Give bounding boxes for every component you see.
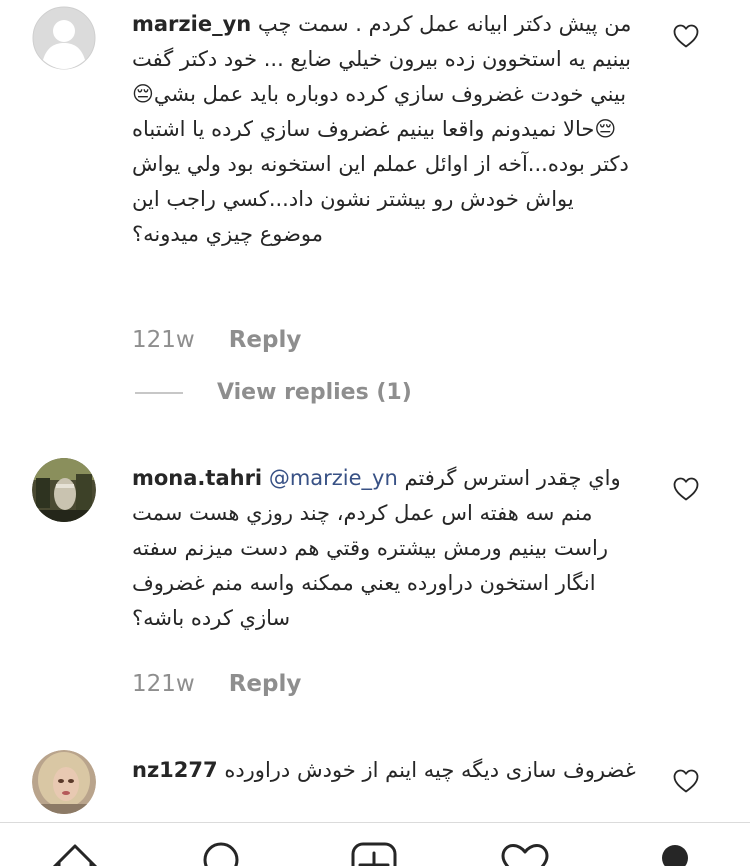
comment-body: غضروف سازی دیگه چیه اینم از خودش دراورده bbox=[224, 758, 636, 782]
comment-text: mona.tahri @marzie_yn واي چقدر استرس گرف… bbox=[132, 461, 642, 636]
like-heart-icon[interactable] bbox=[672, 476, 700, 502]
avatar[interactable] bbox=[32, 458, 96, 522]
profile-icon[interactable] bbox=[650, 841, 704, 866]
comment-body: واي چقدر استرس گرفتم منم سه هفته اس عمل … bbox=[132, 466, 621, 630]
comment-text: nz1277 غضروف سازی دیگه چیه اینم از خودش … bbox=[132, 753, 642, 788]
avatar[interactable] bbox=[32, 6, 96, 70]
comment-text: marzie_yn من پیش دکتر ابیانه عمل کردم . … bbox=[132, 7, 642, 252]
activity-heart-icon[interactable] bbox=[498, 841, 552, 866]
user-photo-icon bbox=[32, 458, 96, 522]
comment-meta: 121w Reply bbox=[132, 669, 301, 699]
comment-meta: 121w Reply bbox=[132, 325, 301, 355]
reply-button[interactable]: Reply bbox=[229, 327, 302, 353]
comment-username[interactable]: nz1277 bbox=[132, 758, 218, 782]
new-post-icon[interactable] bbox=[348, 841, 402, 866]
comment-username[interactable]: marzie_yn bbox=[132, 12, 251, 36]
like-heart-icon[interactable] bbox=[672, 768, 700, 794]
avatar[interactable] bbox=[32, 750, 96, 814]
view-replies-label: View replies (1) bbox=[217, 380, 412, 405]
search-icon[interactable] bbox=[196, 841, 250, 866]
comment-username[interactable]: mona.tahri bbox=[132, 466, 262, 490]
mention-link[interactable]: @marzie_yn bbox=[269, 466, 398, 490]
reply-button[interactable]: Reply bbox=[229, 671, 302, 697]
default-avatar-icon bbox=[32, 6, 96, 70]
bottom-tab-bar bbox=[0, 822, 750, 866]
view-replies-button[interactable]: View replies (1) bbox=[135, 378, 412, 408]
comment-timestamp: 121w bbox=[132, 671, 195, 697]
home-icon[interactable] bbox=[48, 841, 102, 866]
like-heart-icon[interactable] bbox=[672, 23, 700, 49]
comment-timestamp: 121w bbox=[132, 327, 195, 353]
comment-body: من پیش دکتر ابیانه عمل کردم . سمت چپ بین… bbox=[132, 12, 632, 246]
divider-line bbox=[135, 392, 183, 394]
user-photo-icon bbox=[32, 750, 96, 814]
